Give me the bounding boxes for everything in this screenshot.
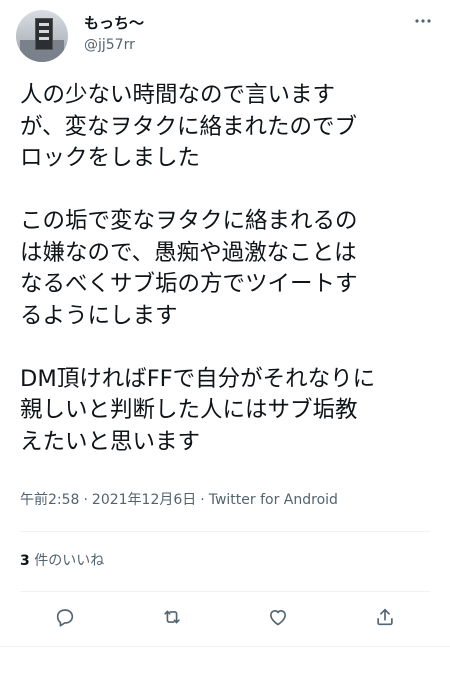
tweet-line: 親しいと判断した人にはサブ垢教 bbox=[20, 397, 358, 423]
reply-icon[interactable] bbox=[50, 602, 80, 632]
tweet-date[interactable]: 2021年12月6日 bbox=[92, 492, 196, 508]
retweet-icon[interactable] bbox=[157, 602, 187, 632]
more-horizontal-icon[interactable] bbox=[412, 10, 434, 32]
like-label: 件のいいね bbox=[34, 553, 105, 569]
divider bbox=[20, 591, 430, 592]
tweet-source[interactable]: Twitter for Android bbox=[209, 492, 338, 508]
heart-icon[interactable] bbox=[263, 602, 293, 632]
avatar-sign bbox=[35, 18, 53, 50]
divider bbox=[0, 646, 450, 647]
tweet-line: えたいと思います bbox=[20, 428, 201, 455]
tweet-line: が、変なヲタクに絡まれたのでブ bbox=[20, 113, 358, 140]
meta-separator: · bbox=[200, 492, 205, 508]
tweet-line: DM頂ければFFで自分がそれなりに bbox=[20, 365, 376, 392]
divider bbox=[20, 531, 430, 532]
tweet-line: なるべくサブ垢の方でツイートす bbox=[20, 271, 358, 297]
tweet-time[interactable]: 午前2:58 bbox=[20, 492, 79, 508]
avatar[interactable] bbox=[16, 10, 68, 62]
user-handle[interactable]: @jj57rr bbox=[84, 35, 144, 55]
like-count: 3 bbox=[20, 553, 30, 569]
tweet-line: は嫌なので、愚痴や過激なことは bbox=[20, 239, 357, 266]
tweet-meta: 午前2:58 · 2021年12月6日 · Twitter for Android bbox=[20, 490, 338, 510]
likes-stat[interactable]: 3 件のいいね bbox=[20, 551, 104, 571]
tweet: もっち〜 @jj57rr 人の少ない時間なので言います が、変なヲタクに絡まれた… bbox=[0, 0, 450, 677]
tweet-line: 人の少ない時間なので言います bbox=[20, 82, 336, 108]
share-icon[interactable] bbox=[370, 602, 400, 632]
user-names: もっち〜 @jj57rr bbox=[84, 13, 144, 55]
tweet-line: ロックをしました bbox=[20, 145, 201, 171]
tweet-line: この垢で変なヲタクに絡まれるの bbox=[20, 208, 358, 234]
tweet-header: もっち〜 @jj57rr bbox=[16, 10, 434, 62]
tweet-line: るようにします bbox=[20, 302, 178, 329]
display-name[interactable]: もっち〜 bbox=[84, 13, 144, 33]
action-bar bbox=[50, 602, 400, 632]
tweet-text: 人の少ない時間なので言います が、変なヲタクに絡まれたのでブ ロックをしました … bbox=[20, 80, 434, 458]
meta-separator: · bbox=[83, 492, 88, 508]
